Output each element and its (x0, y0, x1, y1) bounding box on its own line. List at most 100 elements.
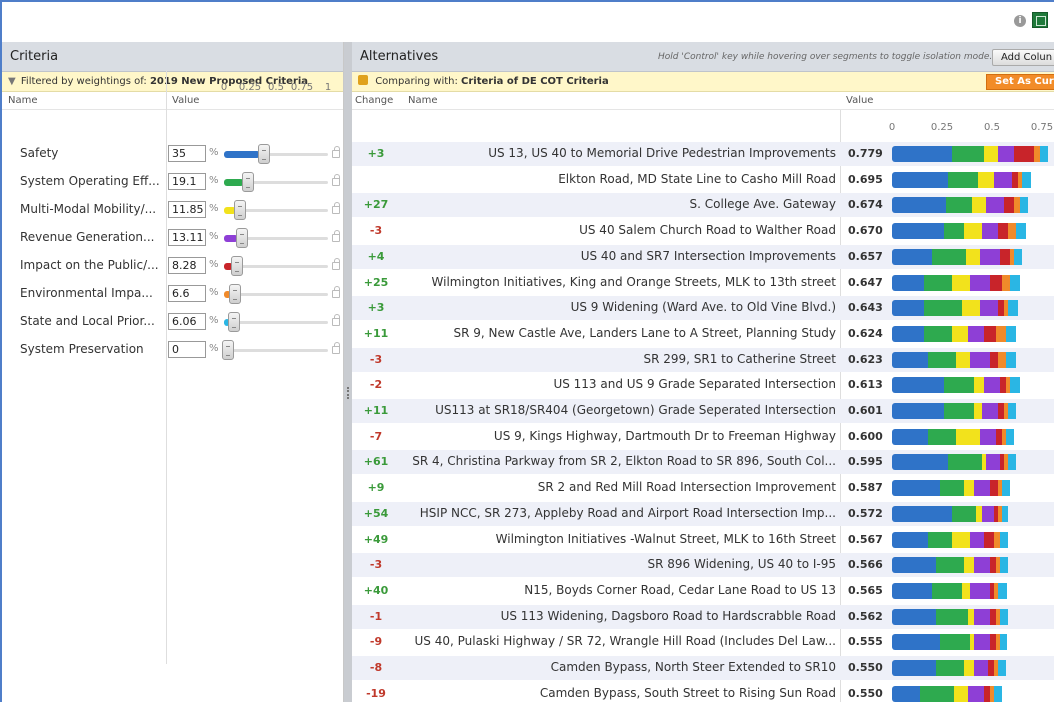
score-bar-segment[interactable] (956, 351, 970, 368)
alt-col-change[interactable]: Change (355, 92, 393, 110)
score-bar-segment[interactable] (948, 171, 978, 188)
alternative-name[interactable]: US 40 Salem Church Road to Walther Road (579, 223, 836, 237)
lock-icon[interactable] (332, 258, 340, 270)
score-bar-segment[interactable] (892, 660, 936, 676)
score-bar-segment[interactable] (998, 146, 1014, 162)
alternative-name[interactable]: US 40 and SR7 Intersection Improvements (581, 249, 836, 263)
score-bar-segment[interactable] (998, 351, 1006, 368)
weight-slider-handle[interactable] (222, 340, 234, 360)
score-bar-segment[interactable] (974, 608, 990, 625)
score-bar-segment[interactable] (1002, 480, 1010, 497)
score-bar-segment[interactable] (1002, 274, 1010, 291)
score-bar-segment[interactable] (956, 428, 980, 445)
stacked-score-bar[interactable] (892, 377, 1020, 394)
score-bar-segment[interactable] (892, 505, 952, 522)
score-bar-segment[interactable] (892, 223, 944, 240)
alternative-name[interactable]: US113 at SR18/SR404 (Georgetown) Grade S… (435, 403, 836, 417)
alternative-name[interactable]: Camden Bypass, South Street to Rising Su… (540, 686, 836, 700)
criteria-value-input[interactable]: 19.1 (168, 173, 206, 190)
score-bar-segment[interactable] (1040, 146, 1048, 162)
score-bar-segment[interactable] (970, 274, 990, 291)
stacked-score-bar[interactable] (892, 685, 1002, 702)
score-bar-segment[interactable] (892, 274, 924, 291)
weight-slider-handle[interactable] (234, 200, 247, 220)
alternative-row[interactable]: +11 US113 at SR18/SR404 (Georgetown) Grad… (352, 399, 1054, 423)
score-bar-segment[interactable] (944, 223, 964, 240)
score-bar-segment[interactable] (1008, 300, 1018, 317)
score-bar-segment[interactable] (990, 274, 1002, 291)
score-bar-segment[interactable] (952, 325, 968, 342)
alternative-row[interactable]: +25 Wilmington Initiatives, King and Oran… (352, 271, 1054, 295)
score-bar-segment[interactable] (998, 660, 1006, 676)
score-bar-segment[interactable] (984, 531, 994, 548)
stacked-score-bar[interactable] (892, 505, 1008, 522)
stacked-score-bar[interactable] (892, 146, 1048, 162)
alternative-name[interactable]: Elkton Road, MD State Line to Casho Mill… (558, 172, 836, 186)
score-bar-segment[interactable] (892, 300, 924, 317)
alternative-row[interactable]: +40 N15, Boyds Corner Road, Cedar Lane Ro… (352, 579, 1054, 603)
score-bar-segment[interactable] (928, 531, 952, 548)
stacked-score-bar[interactable] (892, 351, 1016, 368)
alternative-row[interactable]: +3 US 13, US 40 to Memorial Drive Pedestr… (352, 142, 1054, 166)
alternative-name[interactable]: SR 9, New Castle Ave, Landers Lane to A … (454, 326, 836, 340)
score-bar-segment[interactable] (982, 505, 994, 522)
score-bar-segment[interactable] (974, 480, 990, 497)
score-bar-segment[interactable] (1020, 197, 1028, 214)
stacked-score-bar[interactable] (892, 223, 1026, 240)
score-bar-segment[interactable] (892, 531, 928, 548)
score-bar-segment[interactable] (1008, 403, 1016, 419)
stacked-score-bar[interactable] (892, 557, 1008, 574)
score-bar-segment[interactable] (1008, 454, 1016, 471)
score-bar-segment[interactable] (948, 454, 982, 471)
score-bar-segment[interactable] (964, 660, 974, 676)
alternative-name[interactable]: US 113 Widening, Dagsboro Road to Hardsc… (501, 609, 836, 623)
excel-export-icon[interactable] (1032, 12, 1048, 28)
set-as-current-button[interactable]: Set As Curre (986, 74, 1054, 90)
score-bar-segment[interactable] (980, 300, 998, 317)
score-bar-segment[interactable] (990, 351, 998, 368)
score-bar-segment[interactable] (952, 505, 976, 522)
score-bar-segment[interactable] (994, 685, 1002, 702)
score-bar-segment[interactable] (974, 377, 984, 394)
alternative-row[interactable]: -3 US 40 Salem Church Road to Walther Roa… (352, 219, 1054, 243)
alternative-row[interactable]: -3 SR 896 Widening, US 40 to I-95 0.566 (352, 553, 1054, 578)
score-bar-segment[interactable] (892, 377, 944, 394)
score-bar-segment[interactable] (962, 300, 980, 317)
lock-icon[interactable] (332, 342, 340, 354)
criteria-col-name[interactable]: Name (8, 92, 38, 110)
score-bar-segment[interactable] (968, 325, 984, 342)
score-bar-segment[interactable] (962, 582, 970, 599)
score-bar-segment[interactable] (974, 660, 988, 676)
alternative-name[interactable]: SR 2 and Red Mill Road Intersection Impr… (538, 480, 836, 494)
score-bar-segment[interactable] (892, 454, 948, 471)
score-bar-segment[interactable] (1006, 428, 1014, 445)
score-bar-segment[interactable] (1006, 351, 1016, 368)
alternative-name[interactable]: Wilmington Initiatives, King and Orange … (432, 275, 836, 289)
score-bar-segment[interactable] (980, 248, 1000, 265)
score-bar-segment[interactable] (892, 351, 928, 368)
stacked-score-bar[interactable] (892, 325, 1016, 342)
lock-icon[interactable] (332, 230, 340, 242)
alternative-name[interactable]: US 113 and US 9 Grade Separated Intersec… (553, 377, 836, 391)
score-bar-segment[interactable] (974, 403, 982, 419)
score-bar-segment[interactable] (952, 274, 970, 291)
criteria-value-input[interactable]: 0 (168, 341, 206, 358)
score-bar-segment[interactable] (984, 146, 998, 162)
alternative-name[interactable]: US 9, Kings Highway, Dartmouth Dr to Fre… (494, 429, 836, 443)
score-bar-segment[interactable] (1016, 223, 1026, 240)
alternative-name[interactable]: SR 896 Widening, US 40 to I-95 (647, 557, 836, 571)
weight-slider-handle[interactable] (258, 144, 271, 164)
alternative-row[interactable]: -19 Camden Bypass, South Street to Rising… (352, 682, 1054, 702)
alternative-row[interactable]: -8 Camden Bypass, North Steer Extended to… (352, 656, 1054, 680)
weight-slider-handle[interactable] (241, 172, 254, 192)
score-bar-segment[interactable] (1014, 146, 1034, 162)
alternative-row[interactable]: +4 US 40 and SR7 Intersection Improvement… (352, 244, 1054, 269)
score-bar-segment[interactable] (892, 582, 932, 599)
score-bar-segment[interactable] (972, 197, 986, 214)
criteria-value-input[interactable]: 35 (168, 145, 206, 162)
stacked-score-bar[interactable] (892, 300, 1018, 317)
splitter-grip-icon[interactable] (347, 387, 349, 399)
score-bar-segment[interactable] (964, 480, 974, 497)
weight-slider-handle[interactable] (230, 256, 243, 276)
score-bar-segment[interactable] (980, 428, 996, 445)
